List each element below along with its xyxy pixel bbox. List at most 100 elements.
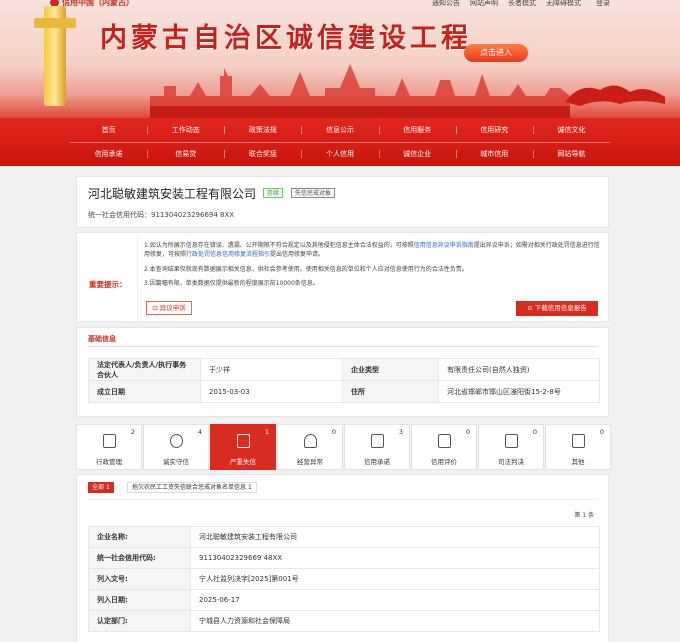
tab-count: 0 [599, 428, 604, 436]
address-value: 河北省邯郸市邯山区滏阳街15-2-8号 [438, 380, 600, 403]
download-button-label: 下载信用信息报告 [534, 304, 587, 312]
filter-item-label: 拖欠农民工工资失信联合惩戒对象名单信息 [132, 484, 247, 491]
nav-item-personal-credit[interactable]: 个人信用 [301, 142, 378, 166]
basic-info-table: 法定代表人/负责人/执行事务合伙人 于少祥 企业类型 有限责任公司(自然人独资)… [88, 358, 600, 403]
site-logo[interactable]: 信用中国（内蒙古） [62, 0, 134, 8]
nav-item-home[interactable]: 首页 [70, 118, 147, 142]
tab-abnormal-operation[interactable]: 0 经营异常 [277, 424, 343, 470]
filter-all-label: 全部 [92, 484, 105, 491]
legal-rep-label: 法定代表人/负责人/执行事务合伙人 [88, 358, 201, 381]
tab-count: 4 [197, 428, 202, 436]
tab-count: 0 [532, 428, 537, 436]
tab-label: 信用评价 [431, 458, 457, 466]
tab-label: 行政管理 [96, 458, 122, 466]
evaluation-icon [438, 434, 451, 448]
top-link-elder-mode[interactable]: 长者模式 [508, 0, 536, 8]
row-label: 企业名称: [88, 526, 191, 548]
download-report-button[interactable]: ⊙ 下载信用信息报告 [516, 301, 598, 316]
filter-wage-arrears-button[interactable]: 拖欠农民工工资失信联合惩戒对象名单信息 1 [127, 482, 257, 493]
table-row: 成立日期 2015-03-03 住所 河北省邯郸市邯山区滏阳街15-2-8号 [88, 380, 600, 403]
other-icon [572, 434, 585, 448]
tab-integrity[interactable]: 4 诚实守信 [143, 424, 209, 470]
tab-credit-commitment[interactable]: 3 信用承诺 [344, 424, 410, 470]
tab-count: 0 [465, 428, 470, 436]
tab-other[interactable]: 0 其他 [545, 424, 611, 470]
notice-line-3: 3.因篇幅有限，单类数据仅提供最新的程度展示前10000条信息。 [144, 280, 319, 287]
table-row: 认定部门: 宁城县人力资源和社会保障局 [88, 610, 600, 632]
tab-label: 严重失信 [230, 458, 256, 466]
notice-label: 重要提示： [89, 280, 127, 289]
tab-label: 经营异常 [297, 458, 323, 466]
nav-item-info-publicity[interactable]: 信息公示 [301, 118, 378, 142]
nav-item-joint-rewards[interactable]: 联合奖惩 [224, 142, 301, 166]
appeal-button[interactable]: ⊡ 异议申诉 [146, 301, 192, 315]
document-icon [103, 434, 116, 448]
appeal-button-label: 异议申诉 [159, 304, 186, 312]
row-value: 宁城县人力资源和社会保障局 [190, 610, 600, 632]
record-detail-table: 企业名称: 河北聪敏建筑安装工程有限公司 统一社会信用代码: 91130402329… [88, 526, 600, 632]
tab-count: 2 [130, 428, 135, 436]
top-link-statement[interactable]: 网站声明 [470, 0, 498, 8]
nav-item-integrity-enterprise[interactable]: 诚信企业 [378, 142, 456, 166]
filter-item-count: 1 [247, 484, 252, 491]
nav-item-work-news[interactable]: 工作动态 [147, 118, 224, 142]
company-type-label: 企业类型 [342, 358, 439, 381]
tab-judicial[interactable]: 0 司法判决 [478, 424, 544, 470]
tab-credit-evaluation[interactable]: 0 信用评价 [411, 424, 477, 470]
basic-info-card: 基础信息 法定代表人/负责人/执行事务合伙人 于少祥 企业类型 有限责任公司(自… [76, 327, 609, 417]
tab-serious-dishonesty[interactable]: 1 严重失信 [210, 424, 276, 470]
table-row: 统一社会信用代码: 91130402329669 48XX [88, 547, 600, 569]
row-label: 列入文号: [88, 568, 191, 590]
notice-line-1: 1.如认为所展示信息存在错误、遗漏、公开期限不符合规定以及其他侵犯信息主体合法权… [144, 241, 602, 259]
nav-item-city-credit[interactable]: 城市信用 [455, 142, 533, 166]
notice-line-2: 2.本查询结果仅就现有数据展示相关信息，供社会参考使用。使用相关信息的单位和个人… [144, 266, 468, 273]
address-label: 住所 [342, 380, 439, 403]
row-label: 列入日期: [88, 589, 191, 611]
company-name: 河北聪敏建筑安装工程有限公司 [88, 187, 257, 201]
nav-item-credit-service[interactable]: 信用服务 [378, 118, 456, 142]
row-label: 统一社会信用代码: [88, 547, 191, 569]
tab-count: 0 [331, 428, 336, 436]
main-nav: 首页 工作动态 政策法规 信息公示 信用服务 信用研究 诚信文化 信用承诺 信易… [0, 118, 680, 166]
credit-code-label: 统一社会信用代码： [88, 211, 151, 219]
legal-rep-value: 于少祥 [200, 358, 343, 381]
nav-item-credit-commitment[interactable]: 信用承诺 [70, 142, 147, 166]
nav-item-policies[interactable]: 政策法规 [224, 118, 301, 142]
basic-info-divider [88, 346, 598, 347]
gavel-icon [505, 434, 518, 448]
nav-item-site-map[interactable]: 网站导航 [532, 142, 610, 166]
nav-item-integrity-culture[interactable]: 诚信文化 [532, 118, 610, 142]
top-link-login[interactable]: 登录 [596, 0, 610, 8]
top-bar: 信用中国（内蒙古） 通知公告 网站声明 长者模式 无障碍模式 登录 [0, 0, 680, 10]
row-value: 2025-06-17 [190, 589, 600, 611]
top-link-notice[interactable]: 通知公告 [432, 0, 460, 8]
record-counter: 第 1 条 [574, 512, 594, 519]
status-badge: 存续 [263, 188, 284, 198]
tab-count: 3 [398, 428, 403, 436]
credit-code-line: 统一社会信用代码：911304023296694 8XX [88, 210, 234, 220]
nav-item-credit-loan[interactable]: 信易贷 [147, 142, 224, 166]
company-header-card: 河北聪敏建筑安装工程有限公司 存续 失信惩戒对象 统一社会信用代码：911304… [76, 176, 609, 228]
row-value: 河北聪敏建筑安装工程有限公司 [190, 526, 600, 548]
nav-item-credit-research[interactable]: 信用研究 [455, 118, 533, 142]
site-banner: 信用中国（内蒙古） 通知公告 网站声明 长者模式 无障碍模式 登录 内蒙古自治区… [0, 0, 680, 118]
monument-pillar-decoration [34, 6, 76, 106]
tab-label: 其他 [571, 458, 585, 466]
repair-guide-link[interactable]: 行政处罚信息信用修复流程指引 [186, 251, 270, 258]
horses-decoration [565, 85, 665, 106]
established-date-label: 成立日期 [88, 380, 201, 403]
table-row: 列入文号: 宁人社监列决字[2025]第001号 [88, 568, 600, 590]
table-row: 企业名称: 河北聪敏建筑安装工程有限公司 [88, 526, 600, 548]
filter-all-button[interactable]: 全部 1 [88, 482, 114, 493]
enter-button[interactable]: 点击进入 [464, 44, 528, 62]
notice-content: 1.如认为所展示信息存在错误、遗漏、公开期限不符合规定以及其他侵犯信息主体合法权… [137, 233, 610, 323]
notice-line-1-text: 1.如认为所展示信息存在错误、遗漏、公开期限不符合规定以及其他侵犯信息主体合法权… [144, 242, 414, 249]
appeal-guide-link[interactable]: 信用信息异议申诉指南 [414, 242, 474, 249]
tab-count: 1 [264, 428, 269, 436]
notice-line-1-end: 提出信用修复申请。 [270, 251, 325, 258]
top-link-accessibility[interactable]: 无障碍模式 [546, 0, 581, 8]
tab-administrative[interactable]: 2 行政管理 [76, 424, 142, 470]
tab-label: 司法判决 [498, 458, 524, 466]
row-value: 91130402329669 48XX [190, 547, 600, 569]
important-notice-card: 重要提示： 1.如认为所展示信息存在错误、遗漏、公开期限不符合规定以及其他侵犯信… [76, 232, 610, 323]
